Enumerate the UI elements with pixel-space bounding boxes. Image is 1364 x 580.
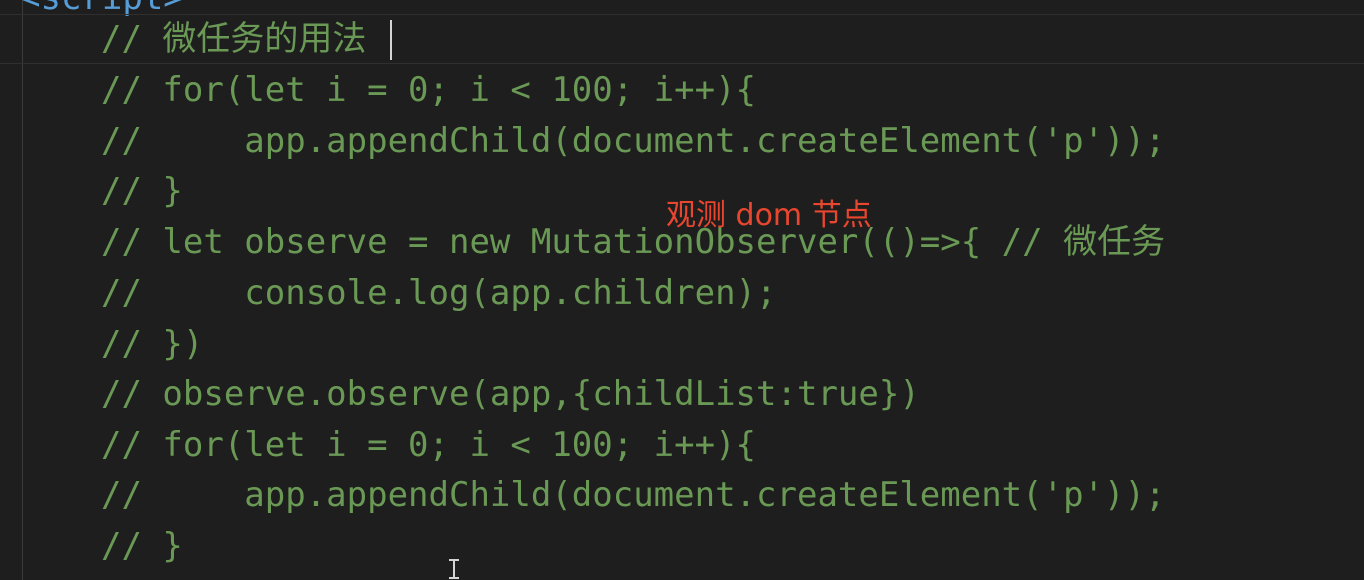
code-line-2[interactable]: // for(let i = 0; i < 100; i++){	[101, 65, 756, 115]
annotation-label: 观测 dom 节点	[666, 198, 872, 233]
code-line-5[interactable]: // let observe = new MutationObserver(()…	[101, 217, 1165, 267]
indent-guide	[22, 0, 23, 580]
code-line-9[interactable]: // for(let i = 0; i < 100; i++){	[101, 420, 756, 470]
code-line-6[interactable]: // console.log(app.children);	[101, 268, 777, 318]
code-line-7[interactable]: // })	[101, 319, 203, 369]
code-line-8[interactable]: // observe.observe(app,{childList:true})	[101, 369, 920, 419]
code-editor[interactable]: <script> // 微任务的用法 // for(let i = 0; i <…	[0, 0, 1364, 580]
code-line-4[interactable]: // }	[101, 166, 183, 216]
text-cursor-icon	[449, 559, 459, 579]
code-line-1[interactable]: // 微任务的用法	[101, 14, 366, 64]
text-caret	[390, 20, 392, 60]
code-line-10[interactable]: // app.appendChild(document.createElemen…	[101, 470, 1165, 520]
code-line-3[interactable]: // app.appendChild(document.createElemen…	[101, 116, 1165, 166]
code-line-11[interactable]: // }	[101, 521, 183, 571]
